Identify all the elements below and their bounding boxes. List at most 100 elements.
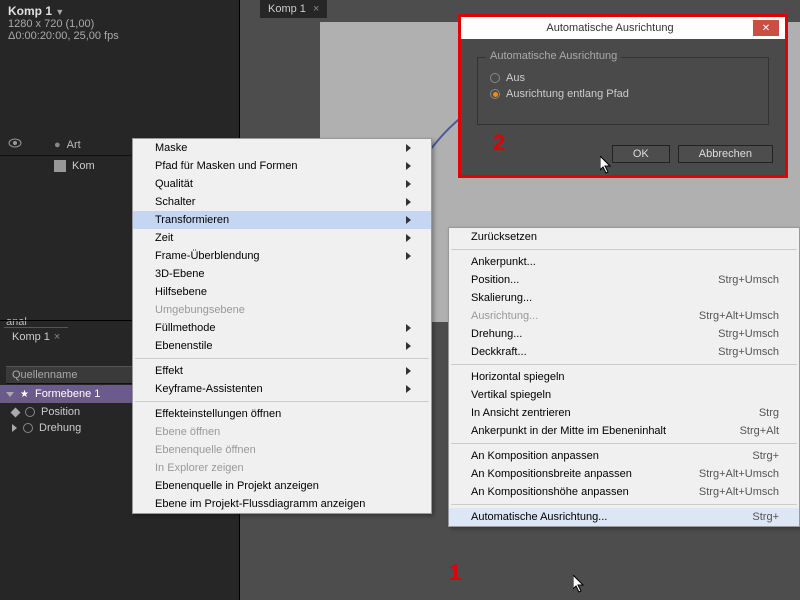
- eye-icon: [8, 138, 22, 151]
- dialog-title: Automatische Ausrichtung: [467, 22, 753, 34]
- radio-icon[interactable]: [490, 73, 500, 83]
- menu-item-label: An Komposition anpassen: [471, 450, 599, 462]
- menu-item: Ausrichtung... Strg+Alt+Umsch: [449, 307, 799, 325]
- menu-item[interactable]: Horizontal spiegeln: [449, 368, 799, 386]
- comp-header: Komp 1 ▼ 1280 x 720 (1,00) Δ0:00:20:00, …: [0, 0, 239, 46]
- menu-item[interactable]: An Kompositionshöhe anpassenStrg+Alt+Ums…: [449, 483, 799, 501]
- transform-submenu[interactable]: Zurücksetzen Ankerpunkt... Position... Strg…: [448, 227, 800, 527]
- viewer-tab[interactable]: Komp 1 ×: [260, 0, 327, 18]
- menu-item[interactable]: Effekteinstellungen öffnen: [133, 405, 431, 423]
- cancel-button[interactable]: Abbrechen: [678, 145, 773, 163]
- menu-item-label: 3D-Ebene: [155, 268, 205, 280]
- menu-shortcut: Strg+Alt+Umsch: [699, 310, 779, 322]
- close-button[interactable]: ✕: [753, 20, 779, 36]
- menu-item[interactable]: Maske: [133, 139, 431, 157]
- menu-item[interactable]: Position... Strg+Umsch: [449, 271, 799, 289]
- menu-item-label: Umgebungsebene: [155, 304, 245, 316]
- submenu-arrow-icon: [406, 324, 411, 332]
- menu-item-label: Maske: [155, 142, 187, 154]
- close-icon[interactable]: ×: [54, 331, 60, 343]
- menu-item[interactable]: An Komposition anpassenStrg+: [449, 447, 799, 465]
- keyframe-icon[interactable]: [11, 407, 21, 417]
- menu-item-label: Ankerpunkt...: [471, 256, 536, 268]
- menu-item-label: Effekt: [155, 365, 183, 377]
- menu-item[interactable]: Transformieren: [133, 211, 431, 229]
- menu-item-label: Ebenenquelle in Projekt anzeigen: [155, 480, 319, 492]
- menu-item[interactable]: Frame-Überblendung: [133, 247, 431, 265]
- menu-item-label: Schalter: [155, 196, 195, 208]
- menu-item: Umgebungsebene: [133, 301, 431, 319]
- menu-item[interactable]: Ankerpunkt in der Mitte im EbeneninhaltS…: [449, 422, 799, 440]
- menu-item[interactable]: Keyframe-Assistenten: [133, 380, 431, 398]
- radio-off[interactable]: Aus: [490, 72, 756, 84]
- submenu-arrow-icon: [406, 234, 411, 242]
- menu-shortcut: Strg+Umsch: [718, 346, 779, 358]
- menu-item[interactable]: Zeit: [133, 229, 431, 247]
- submenu-arrow-icon: [406, 144, 411, 152]
- stopwatch-icon[interactable]: [23, 423, 33, 433]
- property-name: Drehung: [39, 422, 81, 434]
- menu-item-label: In Ansicht zentrieren: [471, 407, 571, 419]
- property-name: Position: [41, 406, 80, 418]
- twirl-right-icon[interactable]: [12, 424, 17, 432]
- menu-item-label: Ausrichtung...: [471, 310, 538, 322]
- menu-item[interactable]: An Kompositionsbreite anpassen Strg+Alt+U…: [449, 465, 799, 483]
- menu-item-label: Automatische Ausrichtung...: [471, 511, 607, 523]
- menu-item[interactable]: Deckkraft... Strg+Umsch: [449, 343, 799, 361]
- menu-item-label: Vertikal spiegeln: [471, 389, 551, 401]
- menu-item[interactable]: Vertikal spiegeln: [449, 386, 799, 404]
- submenu-arrow-icon: [406, 385, 411, 393]
- menu-item[interactable]: In Ansicht zentrieren Strg: [449, 404, 799, 422]
- submenu-arrow-icon: [406, 162, 411, 170]
- dropdown-arrow-icon[interactable]: ▼: [55, 7, 64, 17]
- ok-button[interactable]: OK: [612, 145, 670, 163]
- stopwatch-icon[interactable]: [25, 407, 35, 417]
- menu-item[interactable]: Skalierung...: [449, 289, 799, 307]
- menu-item[interactable]: Hilfsebene: [133, 283, 431, 301]
- menu-item[interactable]: Ebene im Projekt-Flussdiagramm anzeigen: [133, 495, 431, 513]
- menu-item[interactable]: Drehung...Strg+Umsch: [449, 325, 799, 343]
- menu-item-label: Ebene öffnen: [155, 426, 220, 438]
- menu-item[interactable]: Pfad für Masken und Formen: [133, 157, 431, 175]
- menu-item[interactable]: Füllmethode: [133, 319, 431, 337]
- menu-item[interactable]: Effekt: [133, 362, 431, 380]
- menu-item-label: Qualität: [155, 178, 193, 190]
- dialog-titlebar[interactable]: Automatische Ausrichtung ✕: [461, 17, 785, 39]
- annotation-number-2: 2: [493, 130, 505, 156]
- menu-item-label: Ankerpunkt in der Mitte im Ebeneninhalt: [471, 425, 666, 437]
- fieldset-legend: Automatische Ausrichtung: [486, 50, 621, 62]
- menu-item-label: Frame-Überblendung: [155, 250, 260, 262]
- submenu-arrow-icon: [406, 216, 411, 224]
- menu-item: In Explorer zeigen: [133, 459, 431, 477]
- close-icon[interactable]: ×: [310, 3, 319, 15]
- menu-item[interactable]: Ankerpunkt...: [449, 253, 799, 271]
- timeline-tab[interactable]: Komp 1×: [4, 327, 68, 346]
- bullet-icon: ●: [54, 139, 61, 151]
- menu-shortcut: Strg: [759, 407, 779, 419]
- menu-item-label: Horizontal spiegeln: [471, 371, 565, 383]
- annotation-number-1: 1: [449, 560, 461, 586]
- menu-item[interactable]: Schalter: [133, 193, 431, 211]
- comp-duration: Δ0:00:20:00, 25,00 fps: [8, 30, 231, 42]
- project-item-name: Kom: [72, 160, 95, 172]
- twirl-down-icon[interactable]: [6, 392, 14, 397]
- submenu-arrow-icon: [406, 180, 411, 188]
- menu-item[interactable]: Ebenenquelle in Projekt anzeigen: [133, 477, 431, 495]
- menu-item[interactable]: Qualität: [133, 175, 431, 193]
- radio-orient-along-path[interactable]: Ausrichtung entlang Pfad: [490, 88, 756, 100]
- menu-shortcut: Strg+Alt+Umsch: [699, 468, 779, 480]
- menu-item[interactable]: 3D-Ebene: [133, 265, 431, 283]
- menu-item[interactable]: Automatische Ausrichtung...Strg+: [449, 508, 799, 526]
- menu-item-label: An Kompositionsbreite anpassen: [471, 468, 632, 480]
- menu-item-label: Deckkraft...: [471, 346, 527, 358]
- menu-shortcut: Strg+Umsch: [718, 274, 779, 286]
- submenu-arrow-icon: [406, 252, 411, 260]
- source-name-column[interactable]: Quellenname: [6, 366, 146, 384]
- menu-item-label: Zeit: [155, 232, 173, 244]
- menu-item-label: Position...: [471, 274, 519, 286]
- radio-icon[interactable]: [490, 89, 500, 99]
- menu-item: Ebenenquelle öffnen: [133, 441, 431, 459]
- menu-item[interactable]: Ebenenstile: [133, 337, 431, 355]
- menu-item[interactable]: Zurücksetzen: [449, 228, 799, 246]
- layer-context-menu[interactable]: Maske Pfad für Masken und Formen Qualität S…: [132, 138, 432, 514]
